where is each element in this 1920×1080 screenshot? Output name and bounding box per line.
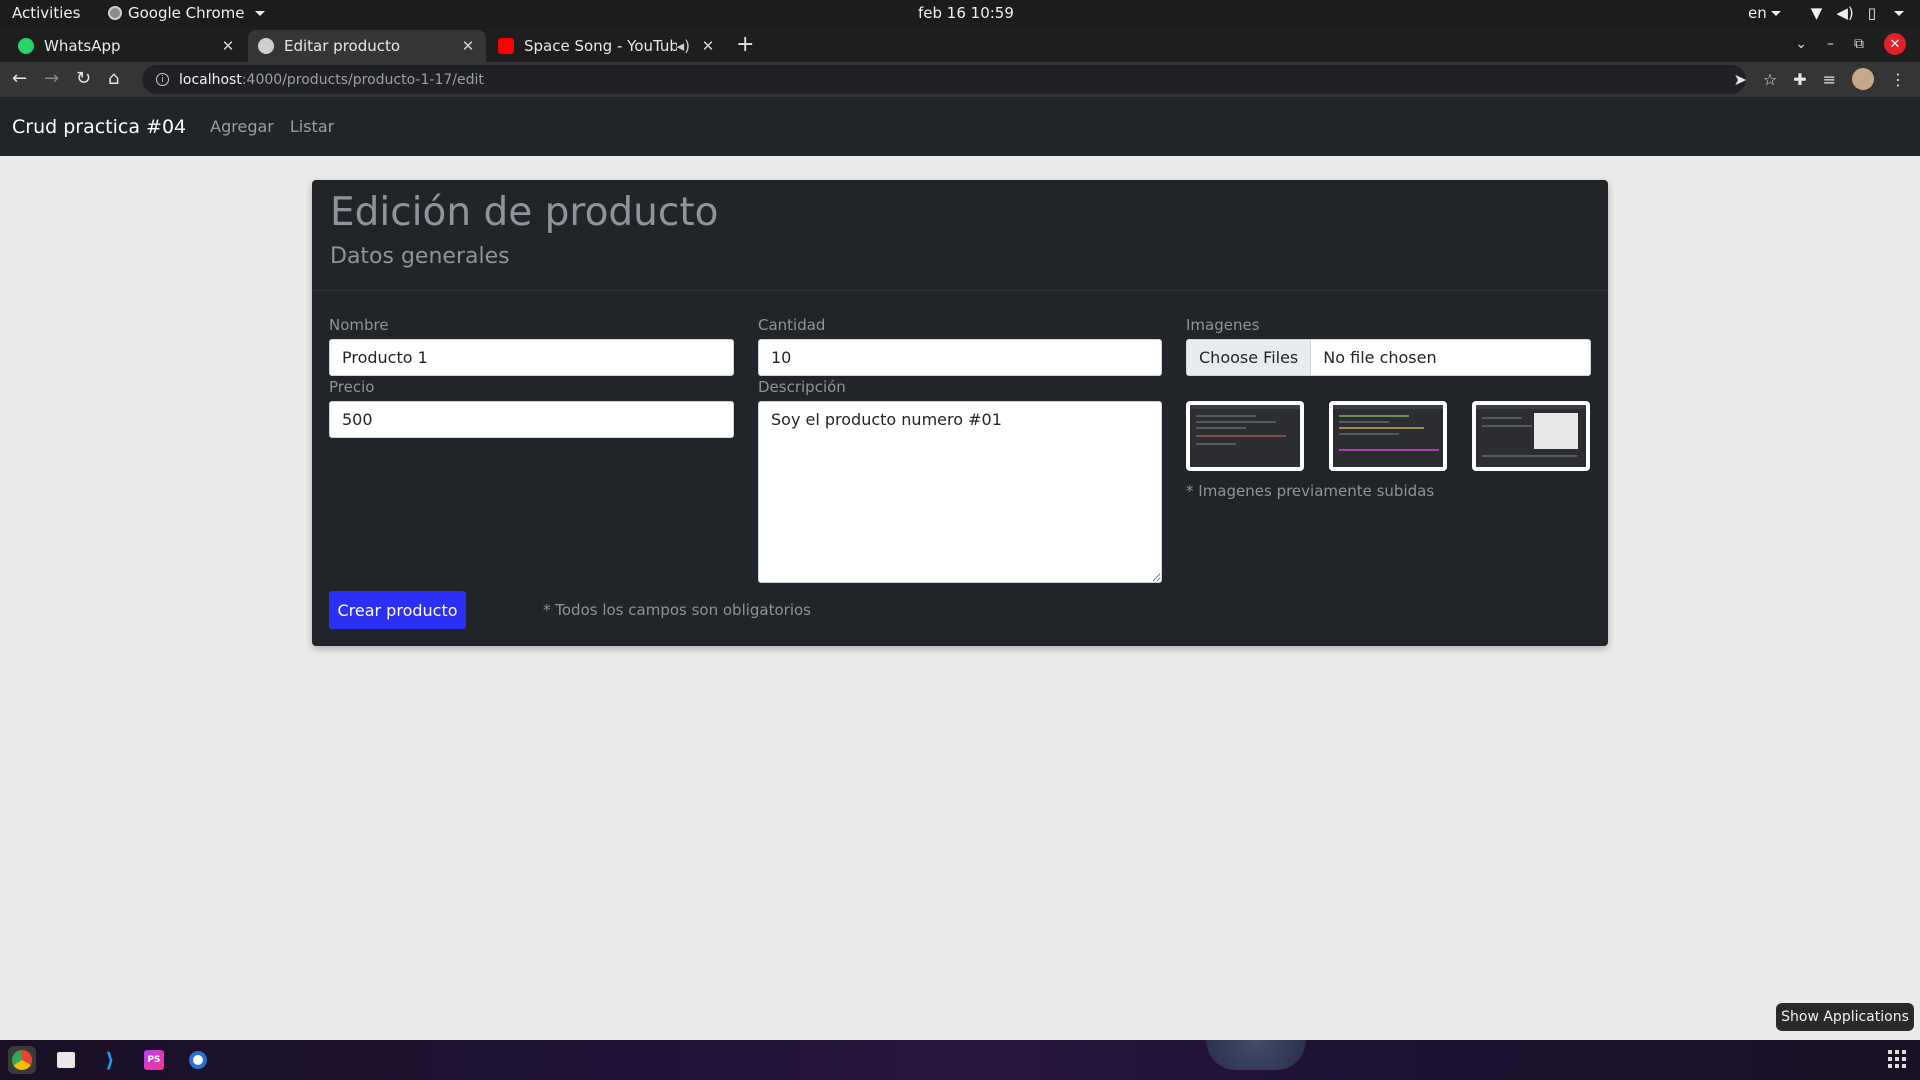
media-control-icon[interactable]: ≡: [1823, 70, 1836, 89]
reload-icon[interactable]: ↻: [76, 68, 91, 89]
close-icon[interactable]: ✕: [460, 37, 476, 55]
app-menu[interactable]: Google Chrome: [108, 4, 265, 22]
clock[interactable]: feb 16 10:59: [918, 4, 1014, 22]
home-icon[interactable]: ⌂: [108, 68, 119, 89]
close-icon[interactable]: ✕: [220, 37, 236, 55]
app-menu-label: Google Chrome: [128, 4, 245, 22]
extensions-icon[interactable]: ✚: [1793, 70, 1806, 89]
chevron-down-icon: [1770, 11, 1781, 16]
app-navbar: Crud practica #04 Agregar Listar: [0, 97, 1920, 156]
cantidad-label: Cantidad: [758, 316, 826, 334]
uploaded-image-thumbnail[interactable]: [1329, 401, 1447, 471]
restore-button[interactable]: ⧉: [1854, 36, 1864, 52]
send-icon[interactable]: ➤: [1733, 70, 1746, 89]
close-icon[interactable]: ✕: [700, 37, 716, 55]
submit-button[interactable]: Crear producto: [329, 591, 466, 629]
descripcion-label: Descripción: [758, 378, 846, 396]
chrome-icon: [108, 6, 122, 20]
url-path: :4000/products/producto-1-17/edit: [241, 71, 484, 88]
globe-icon: [258, 38, 274, 54]
choose-files-button[interactable]: Choose Files: [1187, 340, 1312, 375]
descripcion-textarea[interactable]: Soy el producto numero #01: [758, 401, 1162, 583]
new-tab-button[interactable]: +: [736, 32, 754, 57]
chevron-down-icon: [254, 10, 265, 16]
dock-item-app[interactable]: [184, 1046, 212, 1074]
app-icon: [189, 1051, 207, 1069]
divider: [312, 290, 1608, 291]
bookmark-star-icon[interactable]: ☆: [1763, 70, 1777, 89]
required-fields-hint: * Todos los campos son obligatorios: [543, 601, 812, 619]
minimize-button[interactable]: –: [1827, 36, 1834, 52]
system-menu[interactable]: ▼ ◀) ▯: [1811, 4, 1904, 22]
language-indicator[interactable]: en: [1748, 4, 1781, 22]
page-title: Edición de producto: [330, 190, 719, 235]
tab-label: WhatsApp: [44, 37, 121, 55]
section-subtitle: Datos generales: [330, 244, 510, 269]
dock-item-files[interactable]: [52, 1046, 80, 1074]
uploaded-image-thumbnail[interactable]: [1186, 401, 1304, 471]
nav-link-agregar[interactable]: Agregar: [210, 117, 274, 136]
uploaded-image-thumbnail[interactable]: [1472, 401, 1590, 471]
language-label: en: [1748, 4, 1767, 22]
precio-input[interactable]: [329, 401, 734, 438]
files-icon: [57, 1052, 75, 1068]
show-applications-tooltip: Show Applications: [1776, 1003, 1914, 1031]
images-hint: * Imagenes previamente subidas: [1186, 482, 1435, 500]
info-icon[interactable]: i: [156, 73, 169, 86]
window-controls: ⌄ – ⧉ ✕: [1795, 33, 1906, 55]
dock: ⟩ PS: [0, 1040, 1920, 1080]
thumbnail-preview: [1333, 405, 1443, 467]
wallpaper-moon: [1206, 1040, 1306, 1070]
tab-editar-producto[interactable]: Editar producto ✕: [248, 30, 486, 62]
edit-product-card: Edición de producto Datos generales Nomb…: [312, 180, 1608, 646]
nav-link-listar[interactable]: Listar: [290, 117, 334, 136]
wifi-icon: ▼: [1810, 4, 1823, 22]
whatsapp-icon: [18, 38, 34, 54]
system-top-bar: Activities Google Chrome feb 16 10:59 en…: [0, 0, 1920, 27]
thumbnail-preview: [1190, 405, 1300, 467]
phpstorm-icon: PS: [144, 1050, 164, 1070]
volume-icon: ◀): [1836, 4, 1854, 22]
thumbnail-preview: [1476, 405, 1586, 467]
menu-kebab-icon[interactable]: ⋮: [1890, 70, 1906, 89]
browser-toolbar: ← → ↻ ⌂ i localhost :4000/products/produ…: [0, 62, 1920, 97]
tab-strip: WhatsApp ✕ Editar producto ✕ Space Song …: [0, 27, 1920, 62]
back-icon[interactable]: ←: [12, 68, 27, 89]
tab-space-song[interactable]: Space Song - YouTube ◂) ✕: [488, 30, 726, 62]
dock-item-vscode[interactable]: ⟩: [96, 1046, 124, 1074]
imagenes-label: Imagenes: [1186, 316, 1260, 334]
show-applications-icon[interactable]: [1888, 1050, 1906, 1068]
youtube-icon: [498, 38, 514, 54]
chevron-down-icon: [1894, 10, 1904, 16]
address-bar[interactable]: i localhost :4000/products/producto-1-17…: [142, 65, 1746, 94]
tab-search-icon[interactable]: ⌄: [1795, 36, 1807, 52]
audio-playing-icon[interactable]: ◂): [677, 37, 690, 55]
toolbar-actions: ➤ ☆ ✚ ≡ ⋮: [1733, 68, 1906, 90]
dock-item-phpstorm[interactable]: PS: [140, 1046, 168, 1074]
chrome-icon: [12, 1050, 32, 1070]
dock-item-chrome[interactable]: [8, 1046, 36, 1074]
cantidad-input[interactable]: [758, 339, 1162, 376]
profile-avatar[interactable]: [1852, 68, 1874, 90]
url-host: localhost: [179, 71, 242, 88]
tab-whatsapp[interactable]: WhatsApp ✕: [8, 30, 246, 62]
vscode-icon: ⟩: [105, 1048, 115, 1072]
precio-label: Precio: [329, 378, 375, 396]
file-status: No file chosen: [1323, 348, 1437, 367]
activities-button[interactable]: Activities: [12, 4, 80, 22]
nombre-label: Nombre: [329, 316, 389, 334]
navbar-brand[interactable]: Crud practica #04: [12, 116, 186, 138]
battery-icon: ▯: [1867, 4, 1876, 22]
tab-label: Space Song - YouTube: [524, 37, 677, 55]
close-window-button[interactable]: ✕: [1884, 33, 1906, 55]
forward-icon[interactable]: →: [44, 68, 59, 89]
tab-label: Editar producto: [284, 37, 401, 55]
nombre-input[interactable]: [329, 339, 734, 376]
imagenes-file-input[interactable]: Choose Files No file chosen: [1186, 339, 1591, 376]
